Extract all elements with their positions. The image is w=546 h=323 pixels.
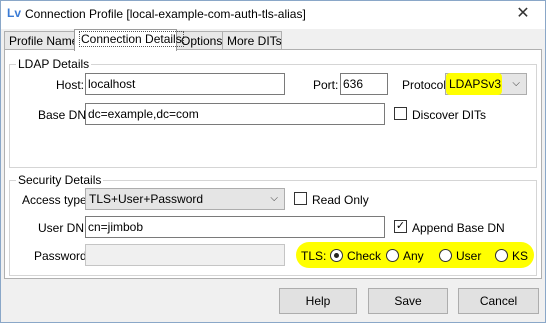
- close-icon[interactable]: ✕: [503, 1, 543, 27]
- tab-profile-name[interactable]: Profile Name: [4, 31, 78, 50]
- protocol-select[interactable]: LDAPSv3 ⌵: [445, 73, 527, 95]
- port-field[interactable]: 636: [340, 73, 388, 95]
- tab-connection-details[interactable]: Connection Details: [74, 29, 184, 51]
- host-label: Host:: [56, 78, 85, 92]
- append-base-dn-checkbox[interactable]: ✓: [394, 220, 407, 233]
- access-type-label: Access type:: [22, 193, 91, 207]
- basedn-label: Base DN:: [38, 108, 90, 122]
- ldap-details-title: LDAP Details: [16, 57, 92, 71]
- access-type-value: TLS+User+Password: [89, 192, 204, 206]
- tls-option-check-label: Check: [347, 249, 382, 263]
- chevron-down-icon: ⌵: [270, 193, 278, 204]
- discover-dits-checkbox[interactable]: [394, 107, 407, 120]
- basedn-field[interactable]: dc=example,dc=com: [85, 103, 385, 125]
- password-field[interactable]: [85, 244, 285, 266]
- tls-radio-ks[interactable]: [495, 249, 508, 262]
- user-dn-label: User DN:: [38, 221, 88, 235]
- protocol-label: Protocol:: [402, 78, 450, 92]
- port-label: Port:: [313, 78, 339, 92]
- radio-selected-dot: [334, 253, 339, 258]
- security-details-group: Security Details Access type: TLS+User+P…: [9, 173, 537, 276]
- read-only-label: Read Only: [312, 193, 369, 207]
- chevron-down-icon: ⌵: [512, 78, 520, 89]
- ldap-details-group: LDAP Details Host: localhost Port: 636 P…: [9, 57, 537, 168]
- tab-more-dits[interactable]: More DITs: [222, 31, 282, 50]
- connection-profile-dialog: Lv Connection Profile [local-example-com…: [0, 0, 546, 323]
- tls-option-any-label: Any: [403, 249, 424, 263]
- window-title: Connection Profile [local-example-com-au…: [25, 7, 306, 21]
- user-dn-field[interactable]: cn=jimbob: [85, 216, 385, 238]
- read-only-checkbox[interactable]: [294, 192, 307, 205]
- tls-radio-check[interactable]: [330, 249, 343, 262]
- tls-radio-any[interactable]: [386, 249, 399, 262]
- tls-label: TLS:: [301, 249, 327, 263]
- protocol-value: LDAPSv3: [449, 77, 502, 91]
- save-button[interactable]: Save: [368, 288, 448, 314]
- append-base-dn-label: Append Base DN: [412, 221, 505, 235]
- tls-option-ks-label: KS: [512, 249, 529, 263]
- tls-radio-user[interactable]: [439, 249, 452, 262]
- access-type-select[interactable]: TLS+User+Password ⌵: [85, 188, 285, 210]
- help-button[interactable]: Help: [279, 288, 357, 314]
- security-details-title: Security Details: [16, 173, 104, 187]
- cancel-button[interactable]: Cancel: [458, 288, 539, 314]
- host-field[interactable]: localhost: [85, 73, 285, 95]
- connection-details-panel: LDAP Details Host: localhost Port: 636 P…: [4, 49, 542, 279]
- discover-dits-label: Discover DITs: [412, 108, 487, 122]
- app-icon: Lv: [7, 6, 22, 20]
- password-label: Password:: [34, 249, 91, 263]
- tls-option-user-label: User: [456, 249, 482, 263]
- title-bar: Lv Connection Profile [local-example-com…: [1, 1, 545, 29]
